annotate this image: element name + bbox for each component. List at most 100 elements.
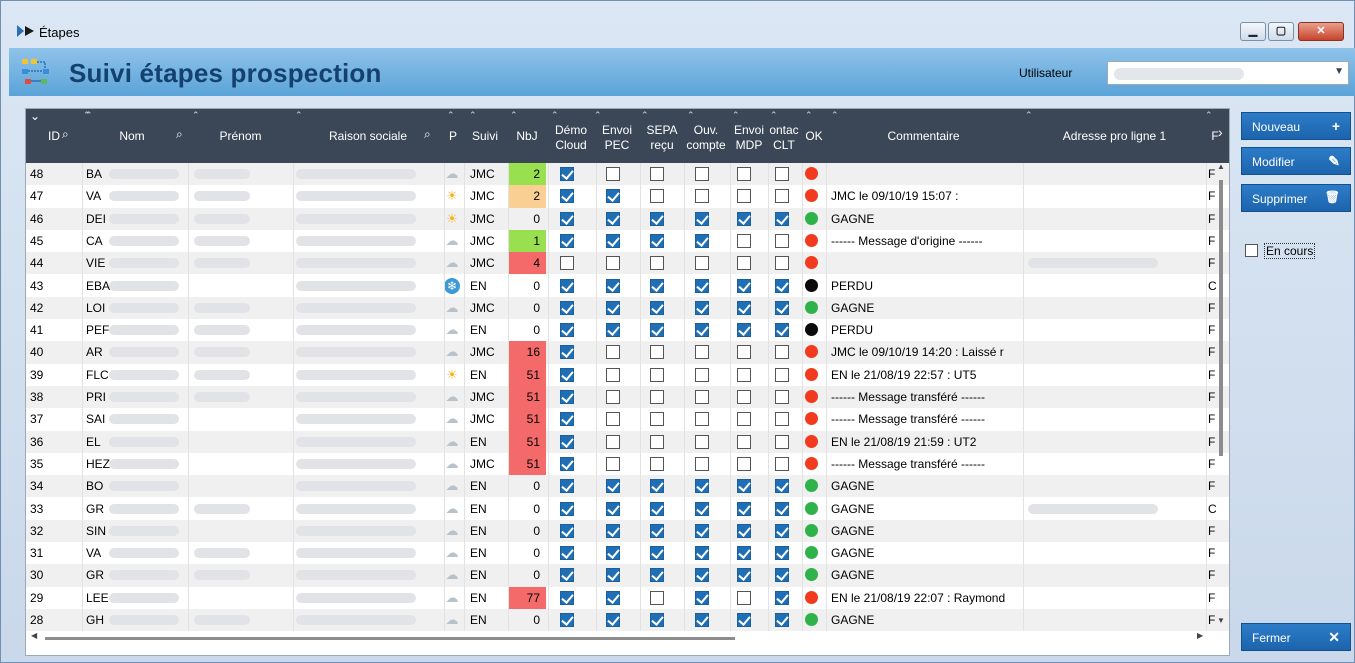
checkbox[interactable] (737, 613, 751, 627)
horizontal-scroll-thumb[interactable] (45, 637, 735, 640)
checkbox[interactable] (606, 613, 620, 627)
search-icon[interactable]: ⌕ (62, 127, 69, 142)
checkbox[interactable] (695, 568, 709, 583)
supprimer-button[interactable]: Supprimer 🗑 (1241, 184, 1351, 212)
checkbox[interactable] (695, 390, 709, 404)
sort-icon[interactable]: ⌃ (447, 110, 455, 121)
checkbox[interactable] (560, 412, 574, 427)
checkbox[interactable] (650, 456, 664, 471)
checkbox[interactable] (650, 256, 664, 271)
checkbox[interactable] (650, 523, 664, 538)
checkbox[interactable] (606, 501, 620, 516)
checkbox[interactable] (650, 345, 664, 360)
checkbox[interactable] (650, 546, 664, 561)
column-header-9[interactable]: Envoi PEC (596, 109, 638, 163)
checkbox[interactable] (775, 278, 789, 293)
checkbox[interactable] (775, 434, 789, 449)
checkbox[interactable] (695, 167, 709, 181)
checkbox[interactable] (775, 479, 789, 494)
sort-icon[interactable]: ⌃ (510, 110, 518, 121)
checkbox[interactable] (650, 479, 664, 494)
checkbox[interactable] (695, 233, 709, 248)
checkbox[interactable] (695, 613, 709, 627)
sort-icon[interactable]: ⌃ (551, 110, 559, 121)
table-row[interactable]: 41 PEF ☁ EN 0 PERDU F (26, 319, 1229, 341)
sort-icon[interactable]: ⌃ (1205, 110, 1213, 121)
checkbox[interactable] (737, 278, 751, 293)
checkbox[interactable] (560, 189, 574, 204)
checkbox[interactable] (775, 167, 789, 181)
sort-icon[interactable]: ⌃ (594, 110, 602, 121)
checkbox[interactable] (606, 211, 620, 226)
prospection-table[interactable]: ID ⌃ ⌕ Nom ⌃ ⌕ Prénom ⌃ Raison sociale ⌃ ⌕ P ⌃ Suivi ⌃… (25, 108, 1230, 656)
chevron-down-icon[interactable]: ⌄ (30, 109, 40, 123)
checkbox[interactable] (560, 300, 574, 315)
column-header-4[interactable]: Raison sociale (293, 109, 443, 163)
sort-icon[interactable]: ⌃ (805, 110, 813, 121)
checkbox[interactable] (775, 345, 789, 360)
checkbox[interactable] (695, 412, 709, 427)
checkbox[interactable] (775, 211, 789, 226)
checkbox[interactable] (737, 211, 751, 226)
checkbox[interactable] (560, 278, 574, 293)
checkbox[interactable] (650, 278, 664, 293)
checkbox[interactable] (560, 546, 574, 561)
en-cours-checkbox[interactable]: En cours (1245, 242, 1345, 260)
column-header-3[interactable]: Prénom (188, 109, 293, 163)
checkbox[interactable] (737, 523, 751, 538)
table-row[interactable]: 40 AR ☁ JMC 16 JMC le 09/10/19 14:20 : Laissé… (26, 341, 1229, 364)
table-row[interactable]: 36 EL ☁ EN 51 EN le 21/08/19 21:59 : UT2 F (26, 430, 1229, 453)
checkbox[interactable] (650, 367, 664, 382)
checkbox[interactable] (606, 189, 620, 204)
checkbox[interactable] (775, 390, 789, 404)
checkbox[interactable] (650, 590, 664, 605)
checkbox[interactable] (737, 367, 751, 382)
checkbox[interactable] (560, 434, 574, 449)
sort-icon[interactable]: ⌃ (1025, 110, 1033, 121)
checkbox[interactable] (737, 479, 751, 494)
checkbox[interactable] (737, 256, 751, 271)
checkbox[interactable] (775, 412, 789, 427)
checkbox[interactable] (560, 367, 574, 382)
checkbox[interactable] (606, 233, 620, 248)
checkbox[interactable] (560, 211, 574, 226)
table-row[interactable]: 33 GR ☁ EN 0 GAGNE C (26, 498, 1229, 520)
checkbox[interactable] (695, 434, 709, 449)
column-header-16[interactable]: Adresse pro ligne 1 (1023, 109, 1206, 163)
table-row[interactable]: 46 DEI ☀ JMC 0 GAGNE F (26, 207, 1229, 230)
checkbox[interactable] (560, 590, 574, 605)
checkbox[interactable] (737, 546, 751, 561)
checkbox[interactable] (650, 412, 664, 427)
checkbox[interactable] (737, 390, 751, 404)
checkbox[interactable] (560, 568, 574, 583)
sort-icon[interactable]: ⌃ (770, 110, 778, 121)
checkbox[interactable] (560, 167, 574, 181)
sort-icon[interactable]: ⌃ (687, 110, 695, 121)
checkbox[interactable] (695, 456, 709, 471)
column-header-2[interactable]: Nom (82, 109, 182, 163)
search-icon[interactable]: ⌕ (424, 127, 431, 142)
minimize-button[interactable]: ▁ (1240, 22, 1266, 41)
checkbox[interactable] (606, 479, 620, 494)
checkbox[interactable] (606, 300, 620, 315)
checkbox[interactable] (695, 278, 709, 293)
table-row[interactable]: 38 PRI ☁ JMC 51 ------ Message transféré ----… (26, 386, 1229, 409)
checkbox[interactable] (775, 613, 789, 627)
checkbox[interactable] (560, 233, 574, 248)
checkbox[interactable] (775, 323, 789, 338)
checkbox[interactable] (606, 167, 620, 181)
checkbox[interactable] (695, 523, 709, 538)
table-row[interactable]: 28 GH ☁ EN 0 GAGNE F (26, 609, 1229, 632)
table-row[interactable]: 31 VA ☁ EN 0 GAGNE F (26, 542, 1229, 564)
sort-icon[interactable]: ⌃ (295, 110, 303, 121)
checkbox[interactable] (560, 456, 574, 471)
checkbox[interactable] (606, 434, 620, 449)
checkbox[interactable] (695, 211, 709, 226)
close-window-button[interactable]: ✕ (1298, 22, 1344, 41)
checkbox[interactable] (606, 546, 620, 561)
checkbox[interactable] (650, 167, 664, 181)
checkbox[interactable] (695, 189, 709, 204)
scroll-left-icon[interactable]: ◀ (31, 631, 37, 640)
sort-icon[interactable]: ⌃ (469, 110, 477, 121)
table-row[interactable]: 35 HEZ ☁ JMC 51 ------ Message transféré ----… (26, 452, 1229, 476)
